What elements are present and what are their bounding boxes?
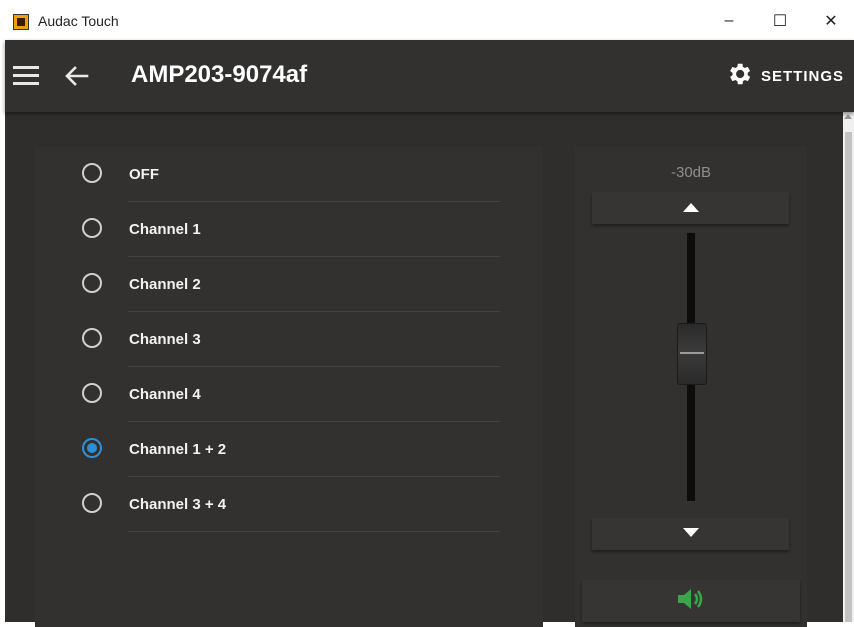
app-toolbar: AMP203-9074af SETTINGS — [5, 40, 854, 112]
source-option-label: Channel 3 — [129, 331, 201, 348]
minimize-button[interactable]: – — [709, 8, 749, 34]
divider — [128, 531, 500, 532]
radio-button[interactable] — [82, 383, 102, 403]
volume-up-arrow-icon — [682, 199, 699, 217]
volume-down-arrow-icon — [682, 525, 699, 543]
source-option-off[interactable]: OFF — [35, 147, 500, 202]
radio-button[interactable] — [82, 493, 102, 513]
source-select-card: OFF Channel 1 Channel 2 Channel 3 Channe — [35, 147, 543, 627]
mute-button[interactable] — [582, 580, 800, 622]
scrollbar-thumb[interactable] — [845, 132, 852, 622]
radio-button[interactable] — [82, 218, 102, 238]
speaker-icon — [676, 586, 706, 617]
maximize-button[interactable]: ☐ — [760, 8, 800, 34]
source-option-channel-2[interactable]: Channel 2 — [35, 257, 500, 312]
volume-slider-thumb[interactable] — [677, 323, 707, 385]
source-option-label: Channel 3 + 4 — [129, 496, 227, 513]
main-content: OFF Channel 1 Channel 2 Channel 3 Channe — [5, 112, 843, 627]
volume-card: -30dB — [575, 147, 807, 627]
settings-label: SETTINGS — [760, 67, 844, 85]
radio-button[interactable] — [82, 163, 102, 183]
source-option-channel-3[interactable]: Channel 3 — [35, 312, 500, 367]
volume-down-button[interactable] — [592, 518, 789, 550]
source-option-label: Channel 1 — [129, 221, 201, 238]
volume-up-button[interactable] — [592, 192, 789, 224]
app-area: AMP203-9074af SETTINGS OFF Channel 1 Cha… — [5, 40, 854, 627]
source-option-channel-1-2[interactable]: Channel 1 + 2 — [35, 422, 500, 477]
window-title: Audac Touch — [38, 13, 119, 29]
radio-button[interactable] — [82, 328, 102, 348]
source-option-label: Channel 4 — [129, 386, 201, 403]
radio-button[interactable] — [82, 273, 102, 293]
vertical-scrollbar[interactable] — [843, 112, 854, 622]
source-option-channel-3-4[interactable]: Channel 3 + 4 — [35, 477, 500, 532]
source-option-label: Channel 1 + 2 — [129, 441, 227, 458]
app-logo-icon — [13, 14, 29, 30]
source-option-channel-1[interactable]: Channel 1 — [35, 202, 500, 257]
source-option-label: OFF — [129, 166, 159, 183]
settings-button[interactable]: SETTINGS — [725, 62, 844, 90]
source-option-label: Channel 2 — [129, 276, 201, 293]
gear-icon — [725, 60, 753, 92]
menu-icon[interactable] — [13, 66, 41, 86]
volume-level: -30dB — [670, 164, 712, 181]
back-arrow-icon[interactable] — [63, 64, 91, 88]
device-title: AMP203-9074af — [131, 61, 308, 88]
window-titlebar: Audac Touch – ☐ ✕ — [0, 0, 854, 40]
scroll-up-arrow-icon[interactable] — [844, 114, 852, 119]
close-button[interactable]: ✕ — [811, 8, 851, 34]
source-option-channel-4[interactable]: Channel 4 — [35, 367, 500, 422]
radio-button-selected[interactable] — [82, 438, 102, 458]
